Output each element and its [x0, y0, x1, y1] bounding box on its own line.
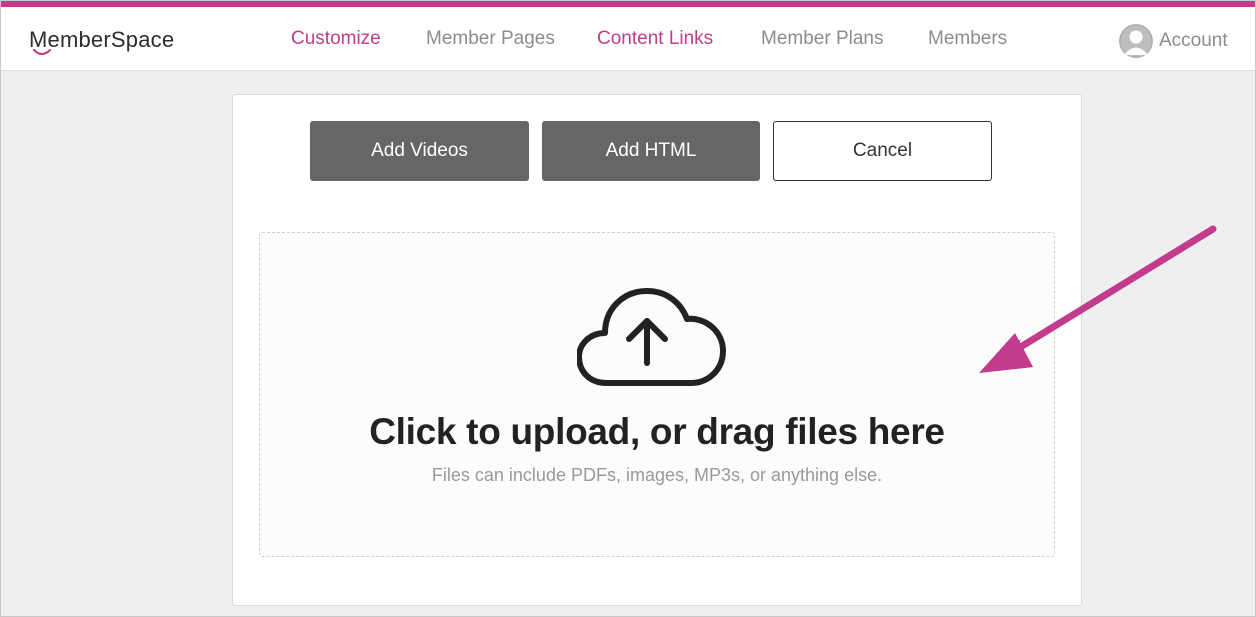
upload-headline: Click to upload, or drag files here [369, 411, 945, 452]
cancel-button[interactable]: Cancel [773, 121, 992, 181]
nav-members[interactable]: Members [928, 28, 1007, 50]
nav-member-pages[interactable]: Member Pages [426, 28, 555, 50]
add-html-button[interactable]: Add HTML [542, 121, 760, 181]
main-nav: Customize Member Pages Content Links Mem… [1, 28, 1255, 54]
nav-content-links[interactable]: Content Links [597, 28, 713, 50]
top-navigation-bar: MemberSpace Customize Member Pages Conte… [1, 1, 1255, 71]
cloud-upload-icon [577, 288, 726, 386]
nav-customize[interactable]: Customize [291, 28, 381, 50]
upload-subtext: Files can include PDFs, images, MP3s, or… [431, 465, 883, 485]
nav-member-plans[interactable]: Member Plans [761, 28, 884, 50]
add-content-card: Add Videos Add HTML Cancel Click to uplo… [232, 94, 1082, 606]
file-upload-dropzone[interactable]: Click to upload, or drag files here File… [259, 232, 1055, 557]
user-avatar-icon [1119, 24, 1153, 58]
account-label: Account [1159, 30, 1228, 51]
account-menu[interactable]: Account [1119, 23, 1228, 59]
add-videos-button[interactable]: Add Videos [310, 121, 529, 181]
app-window: MemberSpace Customize Member Pages Conte… [0, 0, 1256, 617]
